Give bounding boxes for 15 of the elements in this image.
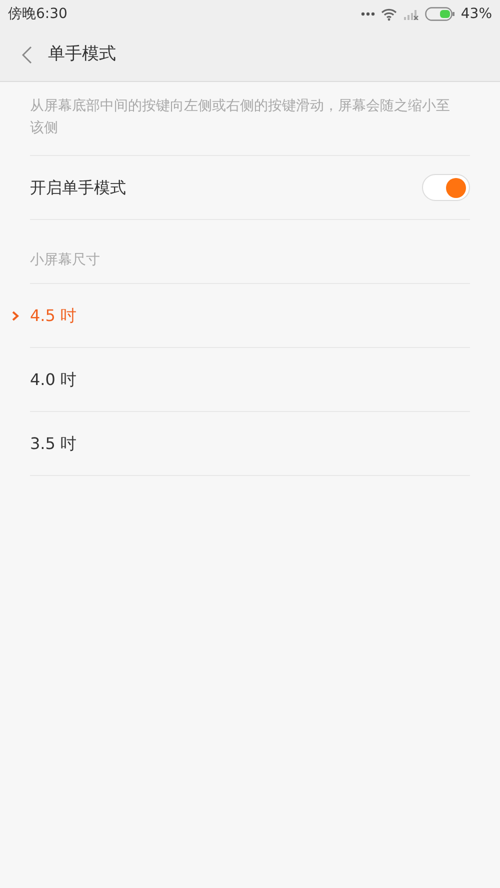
battery-icon xyxy=(424,7,455,21)
description-text: 从屏幕底部中间的按键向左侧或右侧的按键滑动，屏幕会随之缩小至该侧 xyxy=(30,97,451,138)
size-option[interactable]: 4.0 吋 xyxy=(30,348,470,412)
back-icon[interactable] xyxy=(22,46,32,64)
size-option[interactable]: 3.5 吋 xyxy=(30,412,470,476)
section-title: 小屏幕尺寸 xyxy=(30,251,100,270)
toggle-label: 开启单手模式 xyxy=(30,176,126,198)
signal-icon xyxy=(402,8,419,20)
chevron-icon xyxy=(12,311,19,321)
page-title: 单手模式 xyxy=(48,42,116,66)
one-handed-switch[interactable] xyxy=(422,174,470,201)
wifi-icon xyxy=(380,8,397,20)
battery-percent: 43% xyxy=(460,4,492,24)
more-icon xyxy=(360,12,375,16)
status-time: 傍晚6:30 xyxy=(8,4,68,24)
